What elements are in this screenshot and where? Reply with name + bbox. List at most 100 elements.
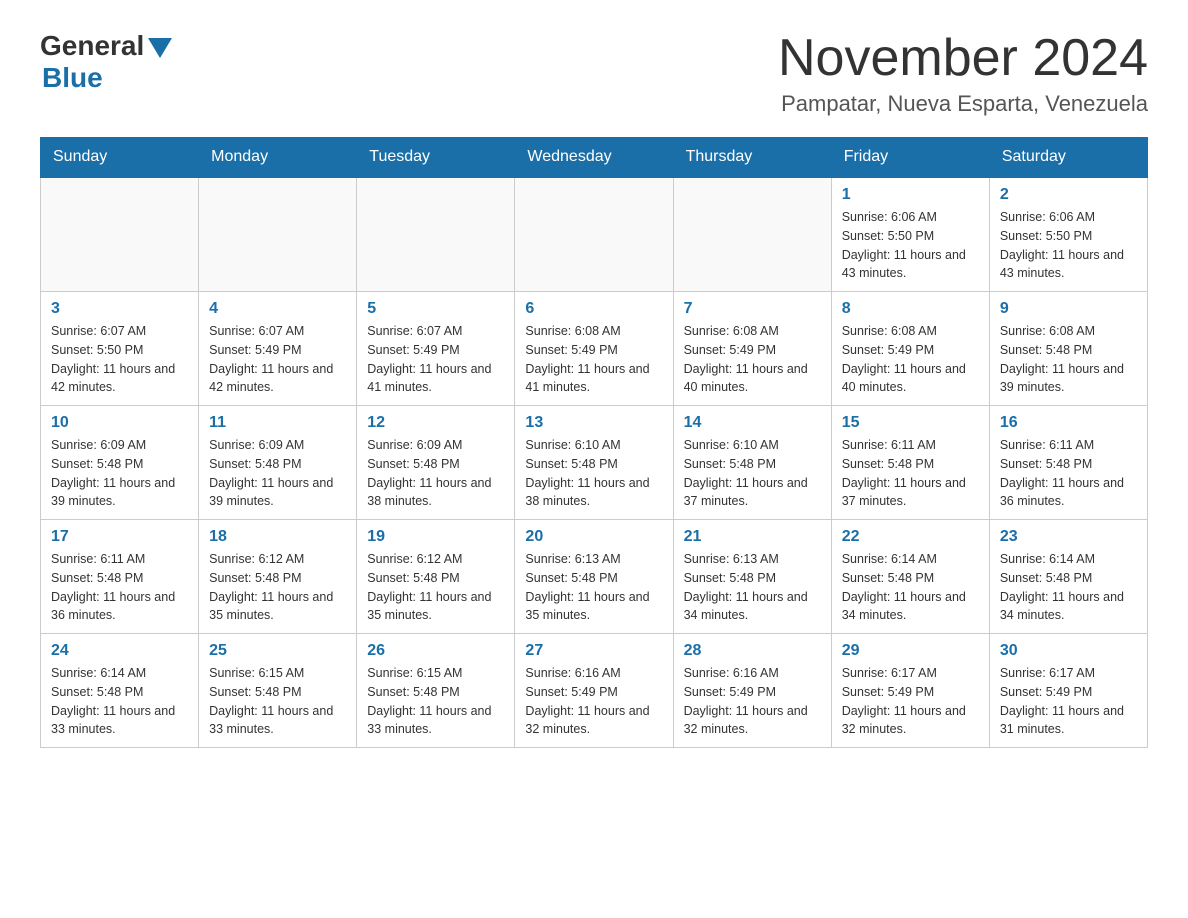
calendar-day-cell: 18 Sunrise: 6:12 AM Sunset: 5:48 PM Dayli… xyxy=(199,520,357,634)
day-sun-info: Sunrise: 6:11 AM Sunset: 5:48 PM Dayligh… xyxy=(842,436,979,511)
day-sun-info: Sunrise: 6:10 AM Sunset: 5:48 PM Dayligh… xyxy=(684,436,821,511)
day-sun-info: Sunrise: 6:16 AM Sunset: 5:49 PM Dayligh… xyxy=(684,664,821,739)
day-sun-info: Sunrise: 6:08 AM Sunset: 5:49 PM Dayligh… xyxy=(684,322,821,397)
calendar-day-cell: 23 Sunrise: 6:14 AM Sunset: 5:48 PM Dayli… xyxy=(989,520,1147,634)
day-number: 17 xyxy=(51,528,188,546)
calendar-table: SundayMondayTuesdayWednesdayThursdayFrid… xyxy=(40,137,1148,748)
day-number: 1 xyxy=(842,186,979,204)
day-sun-info: Sunrise: 6:06 AM Sunset: 5:50 PM Dayligh… xyxy=(1000,208,1137,283)
day-number: 6 xyxy=(525,300,662,318)
day-sun-info: Sunrise: 6:15 AM Sunset: 5:48 PM Dayligh… xyxy=(209,664,346,739)
day-number: 7 xyxy=(684,300,821,318)
calendar-day-cell: 28 Sunrise: 6:16 AM Sunset: 5:49 PM Dayli… xyxy=(673,634,831,748)
day-number: 13 xyxy=(525,414,662,432)
calendar-day-cell: 7 Sunrise: 6:08 AM Sunset: 5:49 PM Daylig… xyxy=(673,292,831,406)
day-sun-info: Sunrise: 6:09 AM Sunset: 5:48 PM Dayligh… xyxy=(209,436,346,511)
day-number: 3 xyxy=(51,300,188,318)
day-sun-info: Sunrise: 6:11 AM Sunset: 5:48 PM Dayligh… xyxy=(1000,436,1137,511)
day-sun-info: Sunrise: 6:17 AM Sunset: 5:49 PM Dayligh… xyxy=(1000,664,1137,739)
day-number: 29 xyxy=(842,642,979,660)
calendar-day-cell: 25 Sunrise: 6:15 AM Sunset: 5:48 PM Dayli… xyxy=(199,634,357,748)
day-of-week-header: Saturday xyxy=(989,138,1147,178)
day-number: 19 xyxy=(367,528,504,546)
day-number: 8 xyxy=(842,300,979,318)
logo: General Blue xyxy=(40,30,172,94)
day-number: 16 xyxy=(1000,414,1137,432)
day-number: 15 xyxy=(842,414,979,432)
calendar-day-cell: 13 Sunrise: 6:10 AM Sunset: 5:48 PM Dayli… xyxy=(515,406,673,520)
calendar-week-row: 24Sunrise: 6:14 AM Sunset: 5:48 PM Dayli… xyxy=(41,634,1148,748)
calendar-day-cell: 15 Sunrise: 6:11 AM Sunset: 5:48 PM Dayli… xyxy=(831,406,989,520)
day-number: 9 xyxy=(1000,300,1137,318)
calendar-header-row: SundayMondayTuesdayWednesdayThursdayFrid… xyxy=(41,138,1148,178)
calendar-week-row: 3Sunrise: 6:07 AM Sunset: 5:50 PM Daylig… xyxy=(41,292,1148,406)
day-sun-info: Sunrise: 6:14 AM Sunset: 5:48 PM Dayligh… xyxy=(842,550,979,625)
day-sun-info: Sunrise: 6:10 AM Sunset: 5:48 PM Dayligh… xyxy=(525,436,662,511)
calendar-day-cell: 11 Sunrise: 6:09 AM Sunset: 5:48 PM Dayli… xyxy=(199,406,357,520)
day-sun-info: Sunrise: 6:06 AM Sunset: 5:50 PM Dayligh… xyxy=(842,208,979,283)
calendar-day-cell xyxy=(673,177,831,292)
day-sun-info: Sunrise: 6:16 AM Sunset: 5:49 PM Dayligh… xyxy=(525,664,662,739)
calendar-day-cell: 1 Sunrise: 6:06 AM Sunset: 5:50 PM Daylig… xyxy=(831,177,989,292)
calendar-day-cell: 27 Sunrise: 6:16 AM Sunset: 5:49 PM Dayli… xyxy=(515,634,673,748)
day-of-week-header: Monday xyxy=(199,138,357,178)
day-of-week-header: Thursday xyxy=(673,138,831,178)
calendar-day-cell: 2 Sunrise: 6:06 AM Sunset: 5:50 PM Daylig… xyxy=(989,177,1147,292)
calendar-day-cell: 5 Sunrise: 6:07 AM Sunset: 5:49 PM Daylig… xyxy=(357,292,515,406)
calendar-day-cell: 30 Sunrise: 6:17 AM Sunset: 5:49 PM Dayli… xyxy=(989,634,1147,748)
calendar-day-cell xyxy=(515,177,673,292)
day-number: 5 xyxy=(367,300,504,318)
day-of-week-header: Friday xyxy=(831,138,989,178)
day-sun-info: Sunrise: 6:17 AM Sunset: 5:49 PM Dayligh… xyxy=(842,664,979,739)
day-sun-info: Sunrise: 6:15 AM Sunset: 5:48 PM Dayligh… xyxy=(367,664,504,739)
calendar-day-cell: 12Sunrise: 6:09 AM Sunset: 5:48 PM Dayli… xyxy=(357,406,515,520)
day-number: 21 xyxy=(684,528,821,546)
day-number: 18 xyxy=(209,528,346,546)
location-subtitle: Pampatar, Nueva Esparta, Venezuela xyxy=(778,91,1148,117)
calendar-day-cell xyxy=(357,177,515,292)
day-number: 26 xyxy=(367,642,504,660)
day-of-week-header: Sunday xyxy=(41,138,199,178)
calendar-day-cell: 6 Sunrise: 6:08 AM Sunset: 5:49 PM Daylig… xyxy=(515,292,673,406)
logo-triangle-icon xyxy=(148,38,172,58)
day-sun-info: Sunrise: 6:12 AM Sunset: 5:48 PM Dayligh… xyxy=(209,550,346,625)
day-sun-info: Sunrise: 6:13 AM Sunset: 5:48 PM Dayligh… xyxy=(684,550,821,625)
calendar-day-cell: 21 Sunrise: 6:13 AM Sunset: 5:48 PM Dayli… xyxy=(673,520,831,634)
day-number: 4 xyxy=(209,300,346,318)
calendar-day-cell: 22 Sunrise: 6:14 AM Sunset: 5:48 PM Dayli… xyxy=(831,520,989,634)
calendar-day-cell xyxy=(41,177,199,292)
day-number: 2 xyxy=(1000,186,1137,204)
day-number: 11 xyxy=(209,414,346,432)
day-number: 30 xyxy=(1000,642,1137,660)
day-number: 27 xyxy=(525,642,662,660)
calendar-week-row: 17 Sunrise: 6:11 AM Sunset: 5:48 PM Dayli… xyxy=(41,520,1148,634)
calendar-day-cell: 14 Sunrise: 6:10 AM Sunset: 5:48 PM Dayli… xyxy=(673,406,831,520)
calendar-day-cell: 24Sunrise: 6:14 AM Sunset: 5:48 PM Dayli… xyxy=(41,634,199,748)
calendar-day-cell: 9Sunrise: 6:08 AM Sunset: 5:48 PM Daylig… xyxy=(989,292,1147,406)
calendar-day-cell: 26 Sunrise: 6:15 AM Sunset: 5:48 PM Dayli… xyxy=(357,634,515,748)
calendar-day-cell: 8 Sunrise: 6:08 AM Sunset: 5:49 PM Daylig… xyxy=(831,292,989,406)
day-sun-info: Sunrise: 6:11 AM Sunset: 5:48 PM Dayligh… xyxy=(51,550,188,625)
day-number: 10 xyxy=(51,414,188,432)
day-number: 25 xyxy=(209,642,346,660)
day-sun-info: Sunrise: 6:07 AM Sunset: 5:49 PM Dayligh… xyxy=(367,322,504,397)
day-sun-info: Sunrise: 6:08 AM Sunset: 5:49 PM Dayligh… xyxy=(842,322,979,397)
day-of-week-header: Tuesday xyxy=(357,138,515,178)
calendar-day-cell: 3Sunrise: 6:07 AM Sunset: 5:50 PM Daylig… xyxy=(41,292,199,406)
day-sun-info: Sunrise: 6:12 AM Sunset: 5:48 PM Dayligh… xyxy=(367,550,504,625)
day-number: 28 xyxy=(684,642,821,660)
day-number: 22 xyxy=(842,528,979,546)
day-sun-info: Sunrise: 6:07 AM Sunset: 5:49 PM Dayligh… xyxy=(209,322,346,397)
day-sun-info: Sunrise: 6:14 AM Sunset: 5:48 PM Dayligh… xyxy=(1000,550,1137,625)
calendar-day-cell: 20 Sunrise: 6:13 AM Sunset: 5:48 PM Dayli… xyxy=(515,520,673,634)
day-sun-info: Sunrise: 6:08 AM Sunset: 5:49 PM Dayligh… xyxy=(525,322,662,397)
day-sun-info: Sunrise: 6:13 AM Sunset: 5:48 PM Dayligh… xyxy=(525,550,662,625)
calendar-week-row: 1 Sunrise: 6:06 AM Sunset: 5:50 PM Daylig… xyxy=(41,177,1148,292)
day-number: 20 xyxy=(525,528,662,546)
calendar-day-cell: 19 Sunrise: 6:12 AM Sunset: 5:48 PM Dayli… xyxy=(357,520,515,634)
day-sun-info: Sunrise: 6:09 AM Sunset: 5:48 PM Dayligh… xyxy=(367,436,504,511)
day-number: 23 xyxy=(1000,528,1137,546)
logo-blue-text: Blue xyxy=(42,62,103,94)
day-number: 14 xyxy=(684,414,821,432)
day-sun-info: Sunrise: 6:14 AM Sunset: 5:48 PM Dayligh… xyxy=(51,664,188,739)
